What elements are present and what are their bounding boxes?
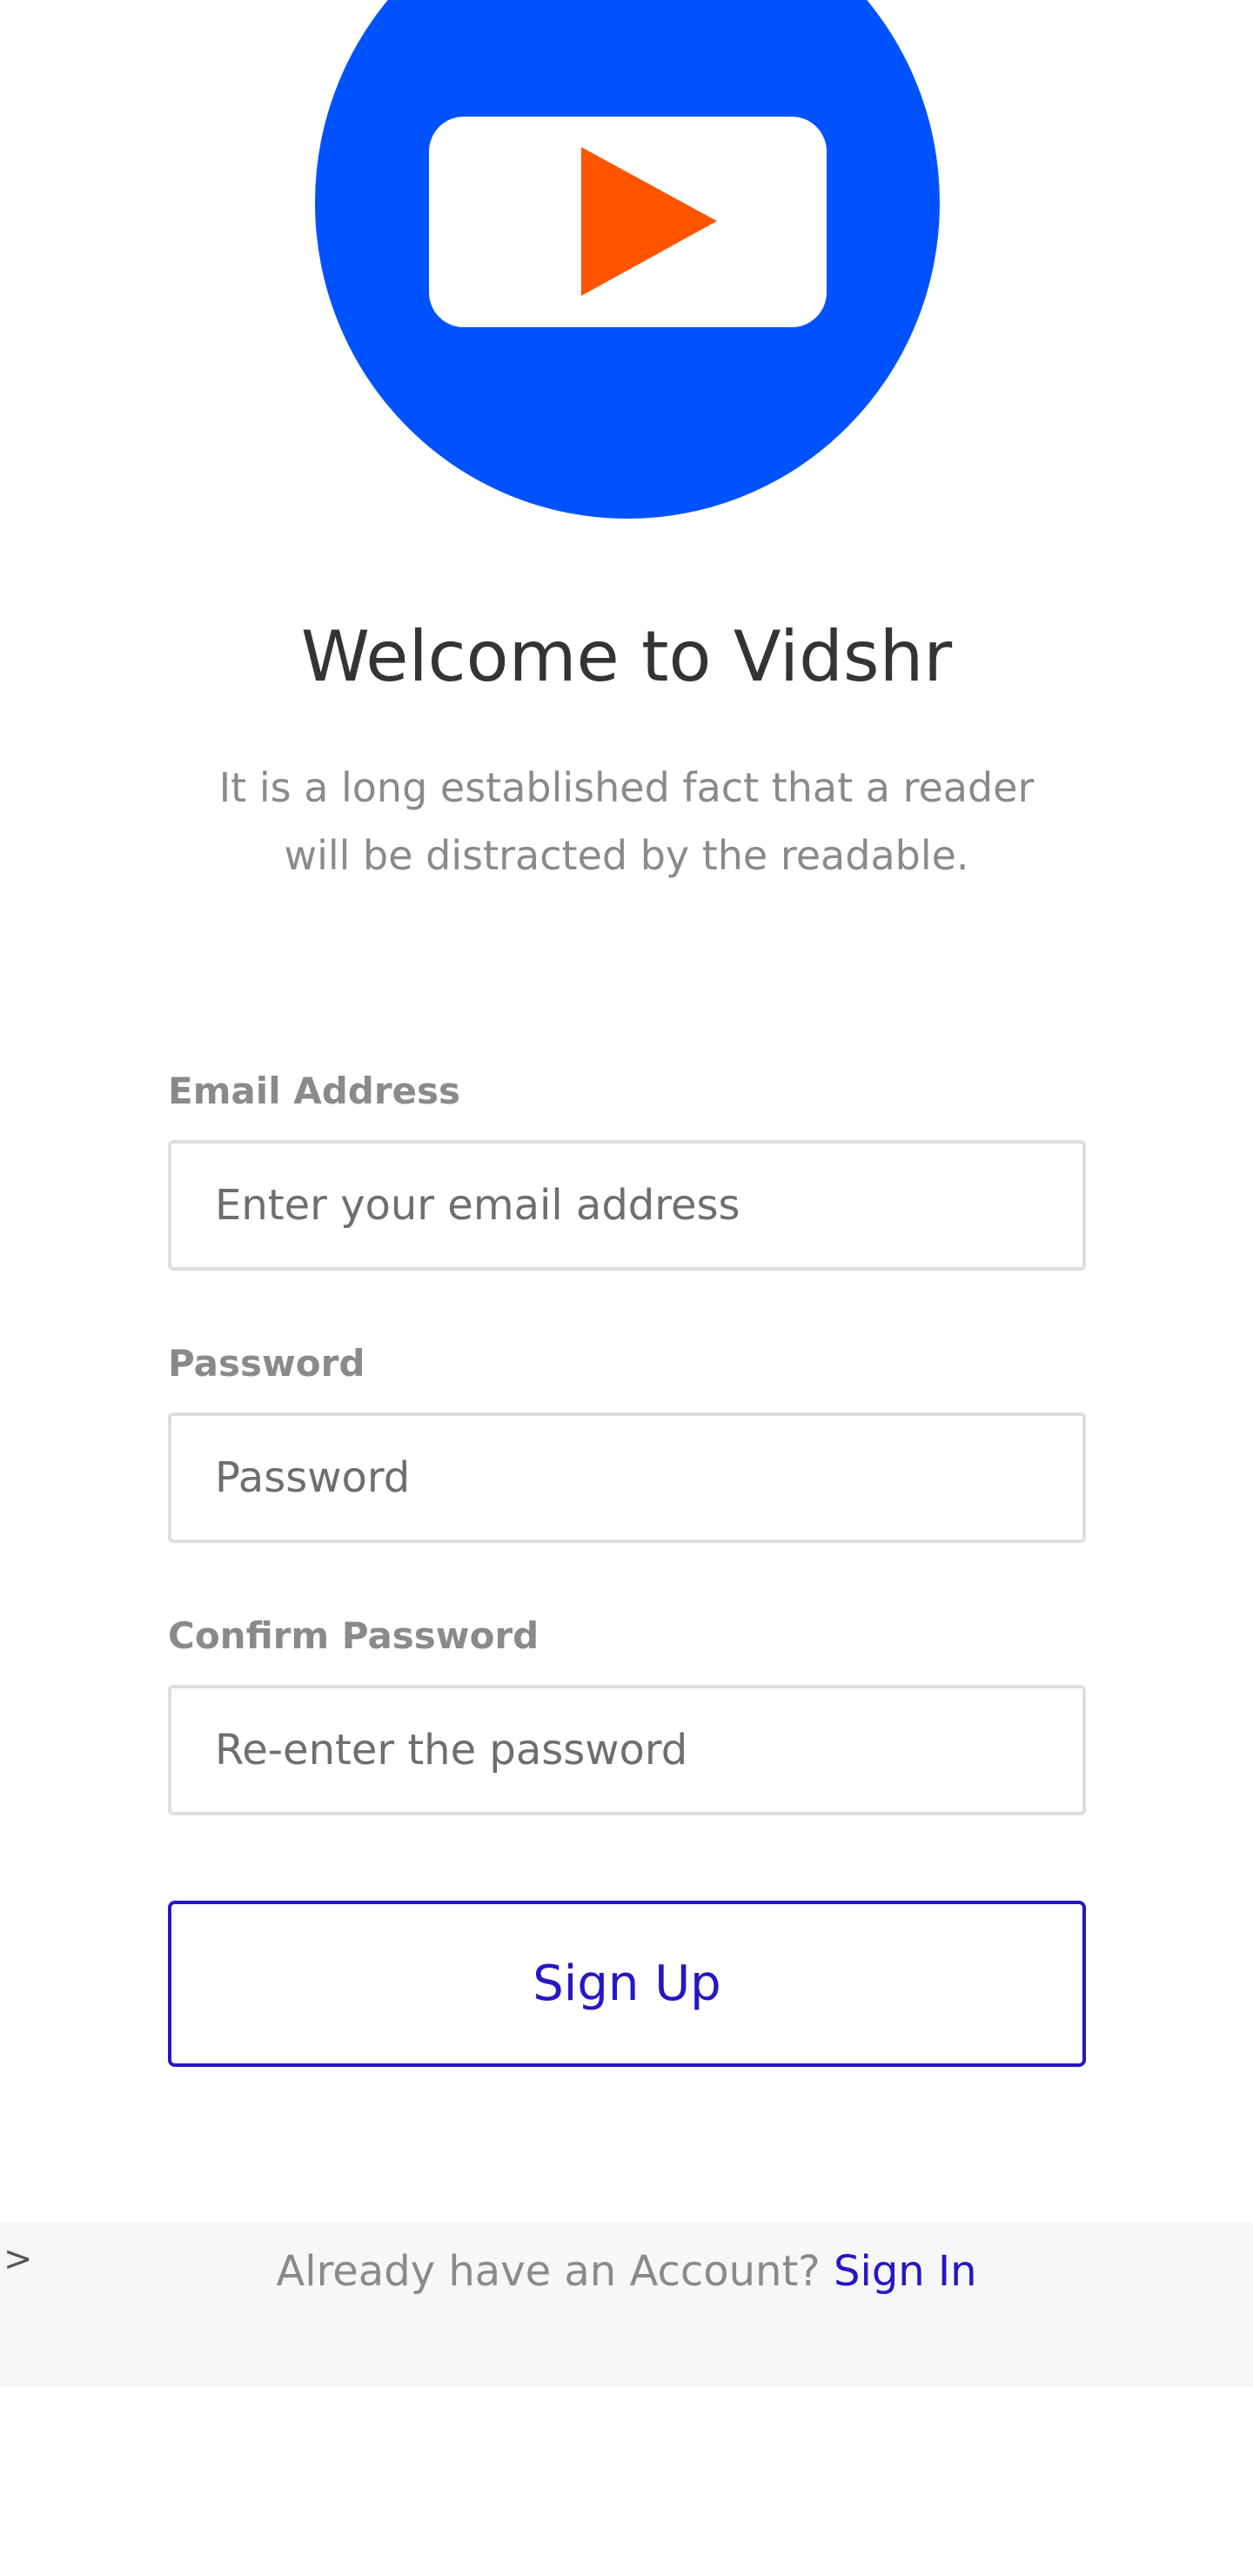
password-label: Password — [168, 1342, 365, 1385]
sign-in-prompt-text: Already have an Account? — [276, 2247, 821, 2296]
confirm-password-label: Confirm Password — [168, 1614, 539, 1657]
subtitle-line-2: will be distracted by the readable. — [284, 832, 969, 879]
logo-screen — [429, 117, 827, 327]
page-title: Welcome to Vidshr — [300, 616, 953, 697]
sign-up-button[interactable]: Sign Up — [168, 1901, 1086, 2067]
sign-in-prompt: Already have an Account? Sign In — [0, 2244, 1253, 2299]
confirm-password-field[interactable] — [168, 1685, 1086, 1815]
sign-in-link[interactable]: Sign In — [834, 2247, 977, 2296]
email-label: Email Address — [168, 1070, 461, 1112]
email-field[interactable] — [168, 1140, 1086, 1271]
play-icon — [581, 147, 717, 296]
subtitle-line-1: It is a long established fact that a rea… — [218, 764, 1035, 811]
page-subtitle: It is a long established fact that a rea… — [191, 754, 1062, 889]
password-field[interactable] — [168, 1412, 1086, 1543]
